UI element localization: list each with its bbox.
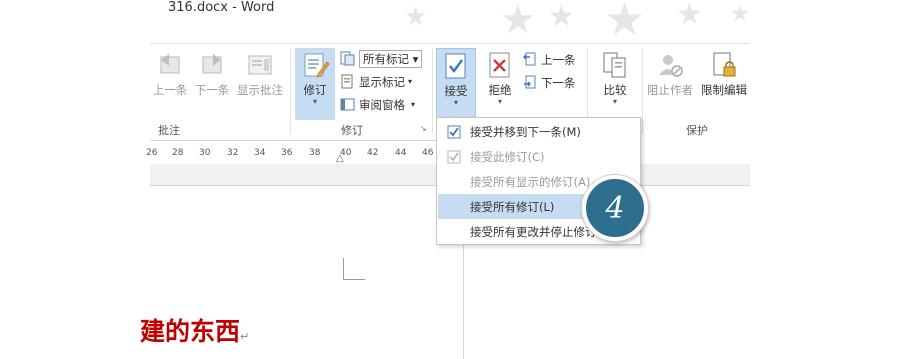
markup-dropdown[interactable]: 所有标记 ▾ xyxy=(359,49,423,68)
group-separator xyxy=(432,48,433,134)
menu-item-accept-this[interactable]: 接受此修订(C) xyxy=(438,144,639,169)
ruler-tick: 36 xyxy=(281,148,293,158)
dropdown-arrow-icon: ▾ xyxy=(497,97,502,106)
horizontal-ruler: 26 28 30 32 34 36 38 40 42 44 46 △ xyxy=(146,140,440,164)
show-markup-icon xyxy=(341,74,353,89)
star-decoration-icon: ★ xyxy=(404,2,428,32)
reviewing-pane-icon xyxy=(340,98,355,111)
track-changes-icon xyxy=(304,53,330,78)
next-change-button[interactable]: 下一条 xyxy=(522,73,576,92)
ruler-tick: 46 xyxy=(422,148,434,158)
previous-comment-button[interactable]: 上一条 xyxy=(150,48,190,114)
dropdown-arrow-icon: ▾ xyxy=(411,100,416,109)
compare-icon xyxy=(603,52,626,78)
indent-marker-icon[interactable]: △ xyxy=(336,153,344,164)
ruler-tick: 44 xyxy=(395,148,407,158)
star-decoration-icon: ★ xyxy=(548,0,575,34)
block-authors-button[interactable]: 阻止作者 xyxy=(644,48,696,114)
group-separator xyxy=(642,48,643,134)
compare-button[interactable]: 比较 ▾ xyxy=(595,48,635,114)
menu-item-accept-and-move[interactable]: 接受并移到下一条(M) xyxy=(438,119,639,144)
reject-button[interactable]: 拒绝 ▾ xyxy=(480,48,520,114)
ruler-tick: 26 xyxy=(146,148,158,158)
title-bar: 316.docx - Word ★ ★ ★ ★ ★ ★ xyxy=(0,0,900,43)
accept-this-icon xyxy=(447,150,461,163)
reject-icon xyxy=(489,52,510,78)
step-number-badge: 4 xyxy=(582,175,648,241)
ruler-tick: 30 xyxy=(199,148,211,158)
previous-comment-icon xyxy=(160,54,180,74)
star-decoration-icon: ★ xyxy=(604,0,646,46)
previous-change-button[interactable]: 上一条 xyxy=(522,50,576,69)
accept-icon xyxy=(445,53,466,79)
paragraph-mark: ↵ xyxy=(240,330,250,343)
next-comment-icon xyxy=(202,54,222,74)
text-boundary-corner xyxy=(343,258,365,280)
restrict-editing-button[interactable]: 限制编辑 xyxy=(698,48,750,114)
star-decoration-icon: ★ xyxy=(500,0,536,43)
block-authors-icon xyxy=(659,55,683,77)
tracking-group-label: 修订 xyxy=(341,124,363,137)
protect-group-label: 保护 xyxy=(686,124,708,137)
comments-group-label: 批注 xyxy=(158,124,180,137)
reviewing-pane-button[interactable]: 审阅窗格 ▾ xyxy=(340,95,415,114)
show-comments-icon xyxy=(248,55,272,75)
accept-move-icon xyxy=(447,125,461,138)
group-separator xyxy=(290,48,291,134)
track-changes-button[interactable]: 修订 ▾ xyxy=(295,48,335,120)
ruler-tick: 32 xyxy=(227,148,239,158)
display-for-review-select[interactable]: 所有标记 ▾ xyxy=(340,49,423,68)
show-comments-button[interactable]: 显示批注 xyxy=(234,48,286,114)
document-heading[interactable]: 建的东西↵ xyxy=(140,312,249,348)
star-decoration-icon: ★ xyxy=(730,2,750,27)
dropdown-arrow-icon: ▾ xyxy=(408,77,413,86)
dropdown-arrow-icon: ▾ xyxy=(453,98,458,107)
show-markup-button[interactable]: 显示标记 ▾ xyxy=(340,72,412,91)
restrict-editing-icon xyxy=(713,52,736,77)
dropdown-arrow-icon: ▾ xyxy=(312,97,317,106)
ruler-tick: 28 xyxy=(172,148,184,158)
previous-change-icon xyxy=(523,52,536,66)
ruler-tick: 34 xyxy=(254,148,266,158)
ruler-tick: 42 xyxy=(367,148,379,158)
display-for-review-icon xyxy=(340,51,355,66)
next-comment-button[interactable]: 下一条 xyxy=(192,48,232,114)
ruler-tick: 38 xyxy=(309,148,321,158)
dialog-launcher-icon[interactable]: ↘ xyxy=(420,124,427,133)
next-change-icon xyxy=(524,75,536,89)
accept-button[interactable]: 接受 ▾ xyxy=(436,48,476,120)
dropdown-arrow-icon: ▾ xyxy=(612,97,617,106)
star-decoration-icon: ★ xyxy=(676,0,703,32)
window-title: 316.docx - Word xyxy=(168,0,275,15)
